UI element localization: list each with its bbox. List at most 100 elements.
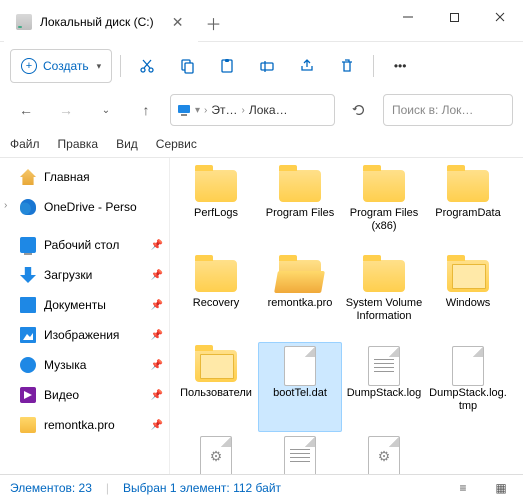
rename-button[interactable] — [249, 49, 285, 83]
file-icon — [368, 436, 400, 474]
file-item[interactable]: Windows — [426, 252, 510, 342]
file-item[interactable]: Program Files (x86) — [342, 162, 426, 252]
file-label: Пользователи — [180, 387, 252, 400]
pin-icon: 📌 — [151, 270, 163, 281]
folder-icon — [279, 260, 321, 292]
address-row: ← → ⌄ ↑ ▾ ›Эт… ›Лока… Поиск в: Лок… — [0, 90, 523, 130]
menu-service[interactable]: Сервис — [156, 137, 197, 151]
share-button[interactable] — [289, 49, 325, 83]
folder-icon — [195, 350, 237, 382]
status-count: Элементов: 23 — [10, 481, 92, 495]
cut-button[interactable] — [129, 49, 165, 83]
file-label: DumpStack.log — [347, 387, 422, 400]
file-item[interactable]: DumpStack.log.tmp — [426, 342, 510, 432]
window-controls — [385, 0, 523, 34]
pin-icon: 📌 — [151, 300, 163, 311]
titlebar: Локальный диск (C:) ✕ ＋ — [0, 0, 523, 42]
file-item[interactable]: Recovery.txt — [258, 432, 342, 474]
image-icon — [20, 327, 36, 343]
tab-title: Локальный диск (C:) — [40, 15, 154, 29]
pin-icon: 📌 — [151, 420, 163, 431]
file-icon — [200, 436, 232, 474]
video-icon — [20, 387, 36, 403]
file-item[interactable]: PerfLogs — [174, 162, 258, 252]
file-grid[interactable]: PerfLogs Program Files Program Files (x86)… — [170, 158, 523, 474]
sidebar-documents[interactable]: Документы 📌 — [0, 290, 169, 320]
sidebar-remontka-label: remontka.pro — [44, 418, 115, 432]
delete-button[interactable] — [329, 49, 365, 83]
view-icons-button[interactable]: ▦ — [489, 478, 513, 498]
statusbar: Элементов: 23 | Выбран 1 элемент: 112 ба… — [0, 474, 523, 500]
crumb-1[interactable]: Эт… — [211, 103, 237, 117]
create-label: Создать — [43, 59, 89, 73]
file-label: Program Files — [266, 207, 334, 220]
sidebar-onedrive[interactable]: OneDrive - Persо — [0, 192, 169, 222]
home-icon — [20, 169, 36, 185]
view-details-button[interactable]: ≡ — [451, 478, 475, 498]
sidebar-remontka[interactable]: remontka.pro 📌 — [0, 410, 169, 440]
copy-button[interactable] — [169, 49, 205, 83]
crumb-2[interactable]: Лока… — [249, 103, 288, 117]
file-item[interactable]: remontka.pro — [258, 252, 342, 342]
sidebar-pictures[interactable]: Изображения📌 — [0, 320, 169, 350]
tab-local-disk[interactable]: Локальный диск (C:) ✕ — [4, 4, 198, 42]
sidebar-desktop-label: Рабочий стол — [44, 238, 119, 252]
sidebar-documents-label: Документы — [44, 298, 106, 312]
recent-button[interactable]: ⌄ — [90, 94, 122, 126]
create-button[interactable]: + Создать ▾ — [10, 49, 112, 83]
file-label: Program Files (x86) — [345, 207, 423, 233]
folder-icon — [279, 170, 321, 202]
file-icon — [284, 436, 316, 474]
sidebar-music[interactable]: Музыка 📌 — [0, 350, 169, 380]
file-item[interactable]: DumpStack.log — [342, 342, 426, 432]
menu-file[interactable]: Файл — [10, 137, 40, 151]
pin-icon: 📌 — [151, 330, 163, 341]
file-item[interactable]: swapfile.sys — [342, 432, 426, 474]
status-selection: Выбран 1 элемент: 112 байт — [123, 481, 281, 495]
maximize-button[interactable] — [431, 0, 477, 34]
close-button[interactable] — [477, 0, 523, 34]
menu-edit[interactable]: Правка — [58, 137, 99, 151]
main-area: Главная ›OneDrive - Persо Рабочий стол📌 … — [0, 158, 523, 474]
file-item[interactable]: pagefile.sys — [174, 432, 258, 474]
menu-view[interactable]: Вид — [116, 137, 138, 151]
forward-button[interactable]: → — [50, 94, 82, 126]
folder-icon — [20, 417, 36, 433]
refresh-button[interactable] — [343, 94, 375, 126]
sidebar-video[interactable]: Видео📌 — [0, 380, 169, 410]
menubar: Файл Правка Вид Сервис — [0, 130, 523, 158]
sidebar-music-label: Музыка — [44, 358, 86, 372]
download-icon — [20, 267, 36, 283]
plus-icon: + — [21, 58, 37, 74]
file-item[interactable]: Пользователи — [174, 342, 258, 432]
pin-icon: 📌 — [151, 360, 163, 371]
file-item[interactable]: Recovery — [174, 252, 258, 342]
back-button[interactable]: ← — [10, 94, 42, 126]
music-icon — [20, 357, 36, 373]
more-button[interactable]: ••• — [382, 49, 418, 83]
sidebar-home[interactable]: Главная — [0, 162, 169, 192]
minimize-button[interactable] — [385, 0, 431, 34]
path-box[interactable]: ▾ ›Эт… ›Лока… — [170, 94, 335, 126]
sidebar-onedrive-label: OneDrive - Persо — [44, 200, 137, 214]
file-label: remontka.pro — [268, 297, 333, 310]
file-item[interactable]: System Volume Information — [342, 252, 426, 342]
file-label: PerfLogs — [194, 207, 238, 220]
up-button[interactable]: ↑ — [130, 94, 162, 126]
search-input[interactable]: Поиск в: Лок… — [383, 94, 513, 126]
new-tab-button[interactable]: ＋ — [198, 4, 230, 42]
file-label: bootTel.dat — [273, 387, 327, 400]
folder-icon — [363, 260, 405, 292]
pc-icon — [177, 103, 191, 117]
tab-close-button[interactable]: ✕ — [170, 14, 186, 30]
file-item[interactable]: Program Files — [258, 162, 342, 252]
sidebar-video-label: Видео — [44, 388, 79, 402]
pin-icon: 📌 — [151, 240, 163, 251]
file-label: Recovery — [193, 297, 239, 310]
sidebar: Главная ›OneDrive - Persо Рабочий стол📌 … — [0, 158, 170, 474]
file-item[interactable]: ProgramData — [426, 162, 510, 252]
sidebar-downloads[interactable]: Загрузки📌 — [0, 260, 169, 290]
file-item[interactable]: bootTel.dat — [258, 342, 342, 432]
paste-button[interactable] — [209, 49, 245, 83]
sidebar-desktop[interactable]: Рабочий стол 📌 — [0, 230, 169, 260]
